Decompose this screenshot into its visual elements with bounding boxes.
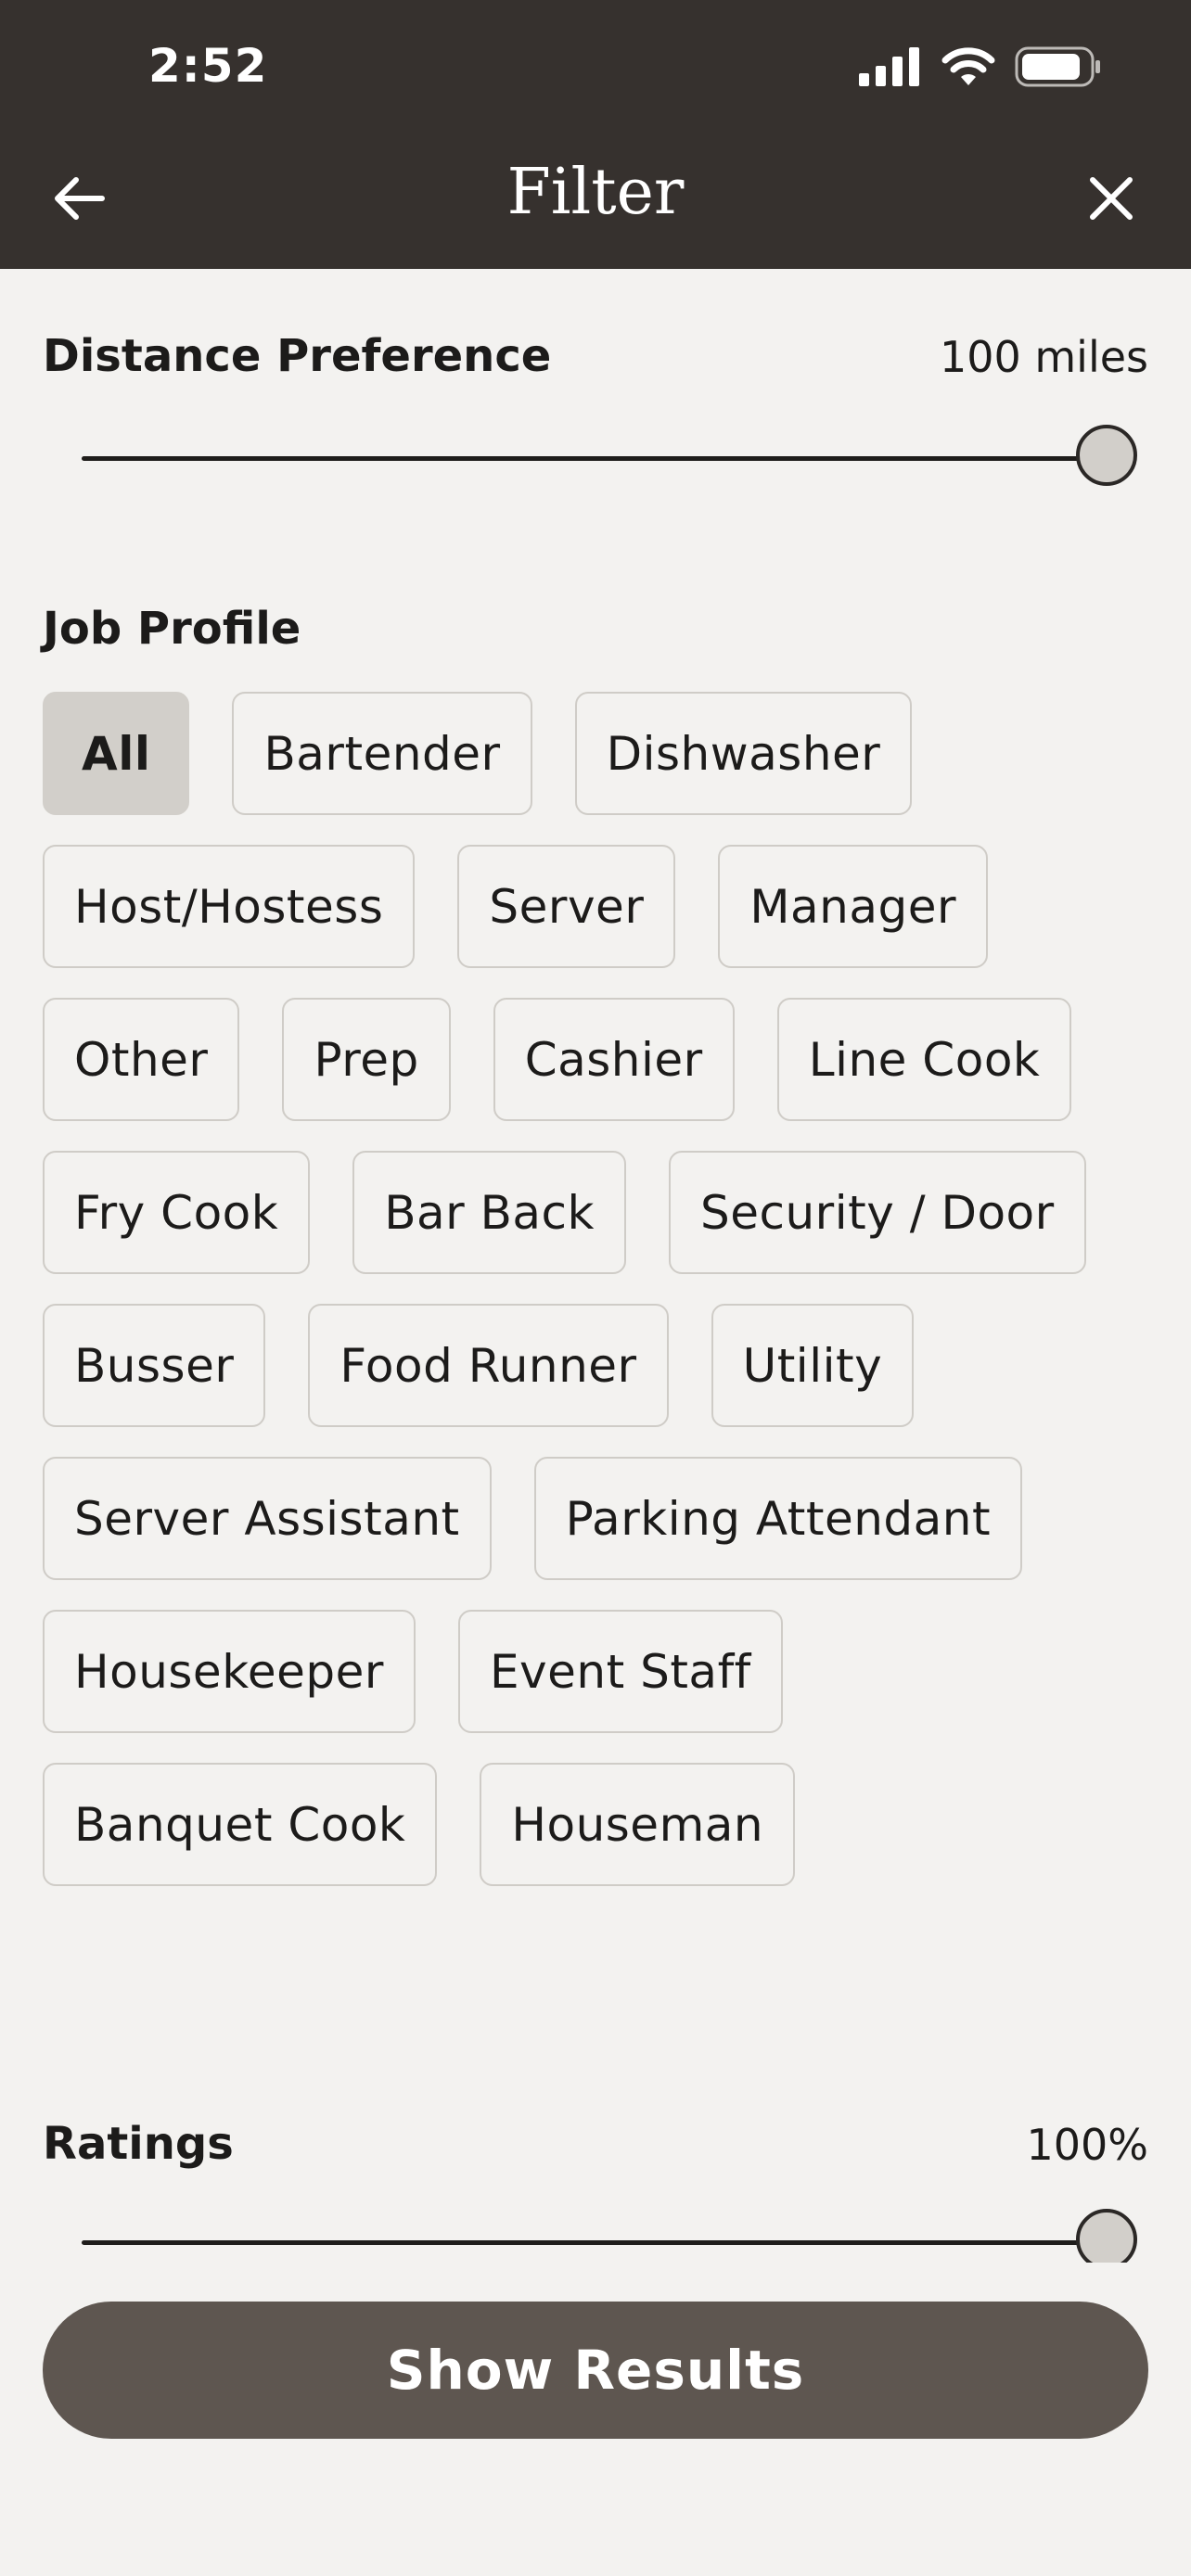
job-chip[interactable]: Utility [711, 1304, 915, 1427]
battery-icon [1015, 46, 1100, 87]
job-chip[interactable]: Prep [282, 998, 451, 1121]
job-chip[interactable]: Manager [718, 845, 989, 968]
job-chip[interactable]: Cashier [493, 998, 735, 1121]
job-chip[interactable]: Banquet Cook [43, 1763, 438, 1886]
wifi-icon [941, 47, 995, 85]
job-chip[interactable]: Parking Attendant [533, 1457, 1023, 1580]
distance-label: Distance Preference [43, 330, 552, 382]
job-chip[interactable]: Server [457, 845, 676, 968]
job-chip[interactable]: Houseman [480, 1763, 796, 1886]
job-chip[interactable]: Bar Back [352, 1151, 626, 1274]
ratings-value: 100% [1026, 2120, 1148, 2170]
job-chip[interactable]: Bartender [232, 692, 532, 815]
distance-slider-thumb[interactable] [1076, 425, 1137, 486]
job-chip[interactable]: Food Runner [308, 1304, 669, 1427]
job-chip[interactable]: Security / Door [669, 1151, 1086, 1274]
nav-header: 2:52 Filter [0, 0, 1191, 269]
ratings-label: Ratings [43, 2118, 234, 2170]
job-chip[interactable]: Host/Hostess [43, 845, 416, 968]
close-icon [1090, 177, 1133, 220]
job-profile-chips: All Bartender Dishwasher Host/Hostess Server… [43, 692, 1156, 1886]
job-chip[interactable]: Dishwasher [574, 692, 913, 815]
ratings-slider-thumb[interactable] [1076, 2209, 1137, 2270]
job-chip[interactable]: Line Cook [776, 998, 1072, 1121]
job-chip[interactable]: Busser [43, 1304, 266, 1427]
job-chip[interactable]: All [43, 692, 190, 815]
show-results-button[interactable]: Show Results [43, 2302, 1148, 2439]
distance-slider-track[interactable] [82, 456, 1111, 461]
job-profile-label: Job Profile [43, 603, 301, 655]
status-time: 2:52 [148, 39, 268, 93]
job-chip[interactable]: Housekeeper [43, 1610, 416, 1733]
close-button[interactable] [1082, 169, 1141, 228]
job-chip[interactable]: Other [43, 998, 240, 1121]
job-chip[interactable]: Fry Cook [43, 1151, 311, 1274]
job-chip[interactable]: Server Assistant [43, 1457, 492, 1580]
page-title: Filter [506, 156, 685, 229]
status-icons [859, 45, 1102, 89]
ratings-slider-track[interactable] [82, 2240, 1111, 2245]
signal-icon [859, 47, 919, 86]
job-chip[interactable]: Event Staff [457, 1610, 783, 1733]
distance-value: 100 miles [939, 332, 1148, 382]
